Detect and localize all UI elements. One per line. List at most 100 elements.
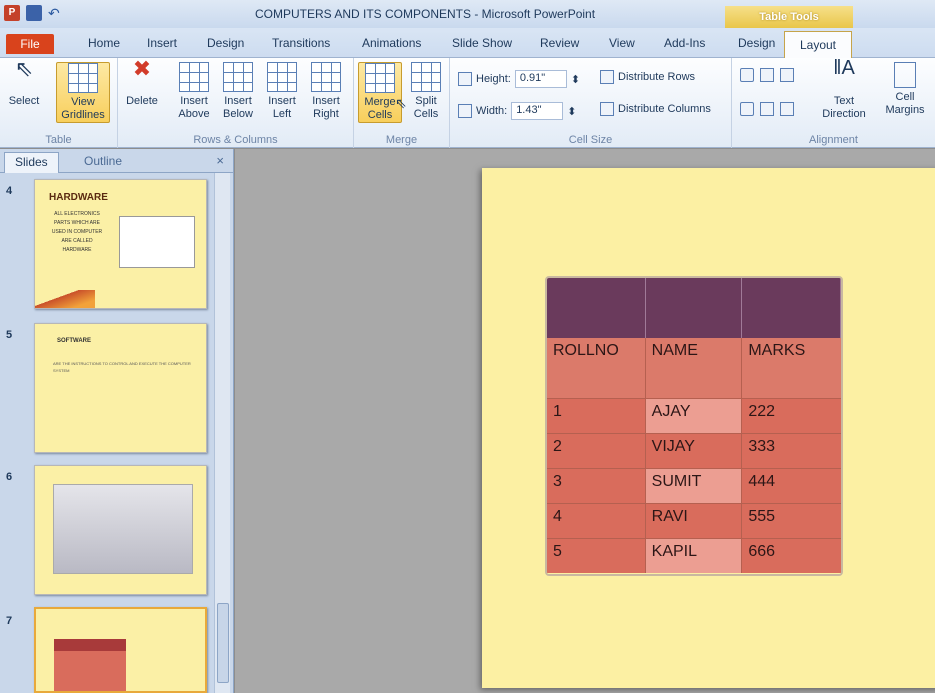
tab-file[interactable]: File <box>6 34 54 54</box>
slide-number: 5 <box>6 329 13 341</box>
text-direction-button[interactable]: ‖A Text Direction <box>814 57 874 121</box>
align-top-icon[interactable] <box>740 102 754 116</box>
table-cell[interactable]: VIJAY <box>646 434 743 468</box>
cell-margins-icon <box>894 62 916 88</box>
delete-button[interactable]: ✖ Delete <box>120 58 164 108</box>
tab-table-design[interactable]: Design <box>738 36 775 50</box>
slides-scrollbar[interactable] <box>214 173 230 693</box>
align-middle-icon[interactable] <box>760 102 774 116</box>
table-cell[interactable]: SUMIT <box>645 469 743 503</box>
table-cell[interactable]: NAME <box>646 338 743 398</box>
table-row[interactable]: 3 SUMIT 444 <box>547 468 841 503</box>
align-right-icon[interactable] <box>780 68 794 82</box>
mouse-cursor-icon: ⇖ <box>395 95 407 111</box>
tab-transitions[interactable]: Transitions <box>272 36 330 50</box>
computer-image <box>119 216 195 268</box>
tab-view[interactable]: View <box>609 36 635 50</box>
distribute-rows-button[interactable]: Distribute Rows <box>600 70 695 84</box>
distribute-columns-button[interactable]: Distribute Columns <box>600 102 711 116</box>
table-row[interactable]: 5 KAPIL 666 <box>547 538 841 573</box>
align-left-icon[interactable] <box>740 68 754 82</box>
table-cell[interactable]: MARKS <box>742 338 841 398</box>
save-icon[interactable] <box>26 5 42 21</box>
table-cell[interactable]: 3 <box>547 469 646 503</box>
select-button[interactable]: ⇖ Select <box>2 58 46 108</box>
insert-right-button[interactable]: Insert Right <box>304 62 348 121</box>
insert-above-icon <box>179 62 209 92</box>
tab-outline[interactable]: Outline <box>74 152 132 173</box>
tab-design[interactable]: Design <box>207 36 244 50</box>
split-cells-icon <box>411 62 441 92</box>
alignment-group: ‖A Text Direction Cell Margins Alignment <box>732 58 935 148</box>
view-gridlines-button[interactable]: View Gridlines <box>56 62 110 123</box>
width-input[interactable]: 1.43" <box>511 102 564 120</box>
tab-insert[interactable]: Insert <box>147 36 177 50</box>
tab-review[interactable]: Review <box>540 36 579 50</box>
tab-slide-show[interactable]: Slide Show <box>452 36 512 50</box>
width-row: Width: 1.43" ⬍ <box>458 102 576 120</box>
table-cell[interactable] <box>646 278 743 338</box>
cell-margins-button[interactable]: Cell Margins <box>876 62 934 117</box>
height-row: Height: 0.91" ⬍ <box>458 70 580 88</box>
table-cell[interactable]: 1 <box>547 399 646 433</box>
slide-thumbnail-selected[interactable] <box>34 607 207 693</box>
text-direction-icon: ‖A <box>833 57 855 79</box>
table-cell[interactable]: KAPIL <box>645 539 743 573</box>
table-row[interactable]: 4 RAVI 555 <box>547 503 841 538</box>
table-cell[interactable]: 333 <box>742 434 841 468</box>
table-cell[interactable]: 444 <box>742 469 841 503</box>
table-cell[interactable]: AJAY <box>645 399 743 433</box>
title-bar: P ↶ COMPUTERS AND ITS COMPONENTS - Micro… <box>0 0 935 28</box>
insert-below-button[interactable]: Insert Below <box>216 62 260 121</box>
table-cell[interactable] <box>742 278 841 338</box>
slide-number: 7 <box>6 615 13 627</box>
spinner-icon[interactable]: ⬍ <box>567 105 576 118</box>
table-cell[interactable]: 666 <box>742 539 841 573</box>
slide-thumbnail[interactable]: HARDWARE ALL ELECTRONICS PARTS WHICH ARE… <box>34 179 207 309</box>
rows-columns-label: Rows & Columns <box>193 134 278 146</box>
tab-home[interactable]: Home <box>88 36 120 50</box>
table-cell[interactable]: 2 <box>547 434 646 468</box>
align-center-icon[interactable] <box>760 68 774 82</box>
height-input[interactable]: 0.91" <box>514 70 567 88</box>
table-cell[interactable]: ROLLNO <box>547 338 646 398</box>
scrollbar-thumb[interactable] <box>217 603 229 683</box>
ribbon: ⇖ Select View Gridlines Table ✖ Delete Ins… <box>0 58 935 148</box>
thumbnail-title: SOFTWARE <box>57 338 91 344</box>
tab-add-ins[interactable]: Add-Ins <box>664 36 705 50</box>
tab-animations[interactable]: Animations <box>362 36 421 50</box>
slide-canvas[interactable]: ROLLNO NAME MARKS 1 AJAY 222 2 VIJAY 333… <box>482 168 935 688</box>
row-height-icon <box>458 72 472 86</box>
insert-above-button[interactable]: Insert Above <box>172 62 216 121</box>
slide-thumbnail[interactable] <box>34 465 207 595</box>
table-cell[interactable]: 5 <box>547 539 646 573</box>
cell-size-group: Height: 0.91" ⬍ Width: 1.43" ⬍ Distribute Ro… <box>450 58 732 148</box>
table-header-row[interactable] <box>547 278 841 338</box>
slides-panel: Slides Outline × 4 HARDWARE ALL ELECTRON… <box>0 149 234 693</box>
table-row[interactable]: 1 AJAY 222 <box>547 398 841 433</box>
close-icon[interactable]: × <box>216 153 224 168</box>
tab-table-layout[interactable]: Layout <box>784 31 852 59</box>
table-cell[interactable]: RAVI <box>646 504 743 538</box>
table-group-label: Table <box>45 134 72 146</box>
data-table[interactable]: ROLLNO NAME MARKS 1 AJAY 222 2 VIJAY 333… <box>545 276 843 576</box>
insert-below-icon <box>223 62 253 92</box>
undo-icon[interactable]: ↶ <box>48 5 64 21</box>
align-bottom-icon[interactable] <box>780 102 794 116</box>
slide-thumbnail[interactable]: SOFTWARE ARE THE INSTRUCTIONS TO CONTROL… <box>34 323 207 453</box>
spinner-icon[interactable]: ⬍ <box>571 73 580 86</box>
table-cell[interactable]: 222 <box>742 399 841 433</box>
tab-slides[interactable]: Slides <box>4 152 59 173</box>
alignment-label: Alignment <box>809 134 858 146</box>
window-title: COMPUTERS AND ITS COMPONENTS - Microsoft… <box>255 7 596 21</box>
table-cell[interactable] <box>547 278 646 338</box>
table-cell[interactable]: 555 <box>742 504 841 538</box>
powerpoint-icon[interactable]: P <box>4 5 20 21</box>
table-row[interactable]: 2 VIJAY 333 <box>547 433 841 468</box>
table-cell[interactable]: 4 <box>547 504 646 538</box>
table-row[interactable]: ROLLNO NAME MARKS <box>547 338 841 398</box>
split-cells-button[interactable]: Split Cells <box>404 62 448 121</box>
merge-cells-button[interactable]: Merge Cells <box>358 62 402 123</box>
insert-left-button[interactable]: Insert Left <box>260 62 304 121</box>
table-group: ⇖ Select View Gridlines Table <box>0 58 118 148</box>
